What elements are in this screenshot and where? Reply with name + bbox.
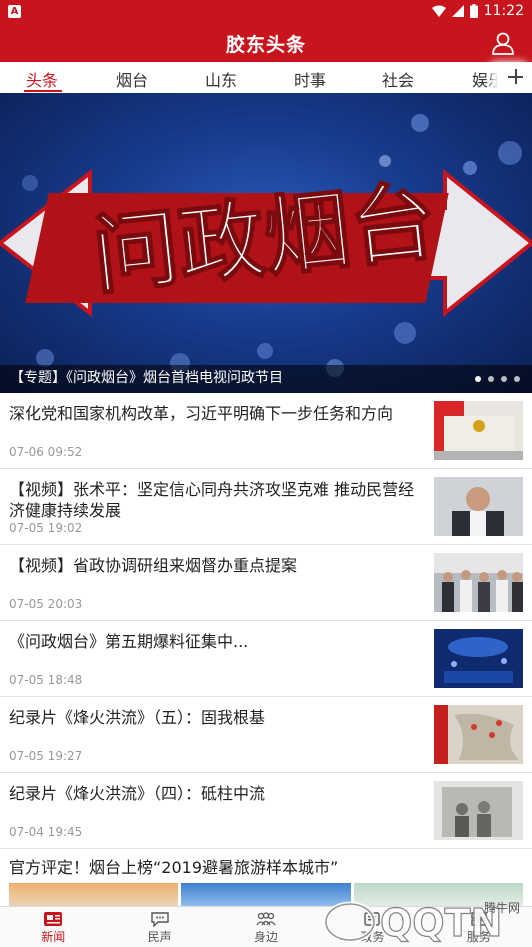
wifi-icon — [431, 5, 446, 17]
tab-yantai[interactable]: 烟台 — [116, 67, 148, 91]
tab-shandong[interactable]: 山东 — [205, 67, 237, 91]
news-thumbnail — [434, 705, 523, 764]
nav-news[interactable]: 新闻 — [0, 907, 106, 947]
watermark-tag: 腾牛网 — [484, 900, 520, 915]
nav-label: 新闻 — [41, 930, 66, 944]
news-headline: 纪录片《烽火洪流》（四）：砥柱中流 — [9, 784, 266, 803]
news-item[interactable]: 【视频】张术平：坚定信心同舟共济攻坚克难 推动民营经济健康持续发展 07-05 … — [0, 469, 532, 545]
nav-label: 民声 — [147, 930, 172, 944]
channel-tabs: 头条 烟台 山东 时事 社会 娱乐 — [0, 62, 532, 93]
news-item[interactable]: 《问政烟台》第五期爆料征集中... 07-05 18:48 — [0, 621, 532, 697]
nav-label: 身边 — [254, 930, 279, 944]
signal-icon — [451, 5, 464, 17]
news-headline: 《问政烟台》第五期爆料征集中... — [9, 632, 249, 651]
news-time: 07-04 19:45 — [9, 825, 83, 839]
news-thumbnail — [434, 781, 523, 840]
carousel-dots — [475, 376, 520, 382]
news-time: 07-05 18:48 — [9, 673, 83, 687]
tab-shehui[interactable]: 社会 — [382, 67, 414, 91]
news-headline: 深化党和国家机构改革，习近平明确下一步任务和方向 — [9, 404, 394, 423]
carousel-dot[interactable] — [501, 376, 507, 382]
app-header: 胶东头条 — [0, 24, 532, 62]
news-icon — [44, 912, 63, 926]
nav-shenbian[interactable]: 身边 — [213, 907, 319, 947]
app-notification-icon: A — [8, 5, 21, 18]
carousel-dot[interactable] — [488, 376, 494, 382]
news-item[interactable]: 深化党和国家机构改革，习近平明确下一步任务和方向 07-06 09:52 — [0, 393, 532, 469]
battery-icon — [469, 4, 478, 18]
nav-minsheng[interactable]: 民声 — [106, 907, 212, 947]
banner-image: 问政烟台 — [0, 114, 532, 377]
news-time: 07-05 19:02 — [9, 521, 83, 535]
people-icon — [256, 912, 276, 926]
page-title: 胶东头条 — [225, 34, 306, 56]
news-item[interactable]: 纪录片《烽火洪流》（四）：砥柱中流 07-04 19:45 — [0, 773, 532, 849]
user-profile-icon[interactable] — [490, 30, 516, 56]
news-headline: 【视频】省政协调研组来烟督办重点提案 — [9, 556, 298, 575]
news-time: 07-06 09:52 — [9, 445, 83, 459]
news-list: 深化党和国家机构改革，习近平明确下一步任务和方向 07-06 09:52 【视频… — [0, 393, 532, 909]
news-item[interactable]: 【视频】省政协调研组来烟督办重点提案 07-05 20:03 — [0, 545, 532, 621]
news-thumbnail — [434, 401, 523, 460]
qqtn-watermark-logo: QQTN 腾牛网 — [323, 900, 520, 946]
news-headline: 【视频】张术平：坚定信心同舟共济攻坚克难 推动民营经济健康持续发展 — [9, 480, 415, 520]
news-time: 07-05 19:27 — [9, 749, 83, 763]
status-bar: A 11:22 — [0, 0, 532, 24]
banner-caption: 【专题】《问政烟台》烟台首档电视问政节目 — [10, 370, 283, 386]
news-thumbnail — [434, 629, 523, 688]
news-item[interactable]: 纪录片《烽火洪流》（五）：固我根基 07-05 19:27 — [0, 697, 532, 773]
tab-shishi[interactable]: 时事 — [294, 67, 326, 91]
chat-icon — [150, 912, 169, 927]
active-tab-indicator — [24, 90, 62, 92]
news-headline: 纪录片《烽火洪流》（五）：固我根基 — [9, 708, 266, 727]
news-thumbnail — [434, 553, 523, 612]
add-channel-icon[interactable] — [498, 62, 532, 93]
news-time: 07-05 20:03 — [9, 597, 83, 611]
news-headline: 官方评定！烟台上榜“2019避暑旅游样本城市” — [9, 858, 339, 877]
clock: 11:22 — [483, 3, 524, 19]
news-thumbnail — [434, 477, 523, 536]
banner-carousel[interactable]: 问政烟台 【专题】《问政烟台》烟台首档电视问政节目 — [0, 93, 532, 393]
tab-toutiao[interactable]: 头条 — [26, 67, 58, 91]
carousel-dot[interactable] — [475, 376, 481, 382]
carousel-dot[interactable] — [514, 376, 520, 382]
